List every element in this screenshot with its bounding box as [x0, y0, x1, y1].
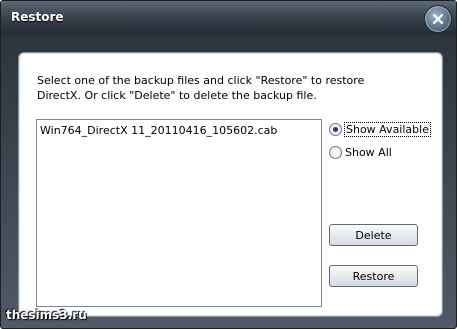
- show-all-radio[interactable]: [329, 145, 342, 159]
- window-title: Restore: [11, 10, 64, 24]
- content-panel: Select one of the backup files and click…: [18, 52, 443, 317]
- show-all-option[interactable]: Show All: [329, 144, 392, 160]
- show-available-radio[interactable]: [329, 122, 342, 136]
- restore-button[interactable]: Restore: [329, 265, 418, 287]
- restore-dialog: Restore Select one of the backup files a…: [0, 0, 457, 329]
- show-all-label[interactable]: Show All: [345, 146, 392, 159]
- show-available-option[interactable]: Show Available: [329, 121, 431, 137]
- show-available-label[interactable]: Show Available: [344, 121, 431, 137]
- close-button[interactable]: [424, 5, 452, 33]
- close-icon: [432, 13, 444, 25]
- backup-file-list[interactable]: Win764_DirectX 11_20110416_105602.cab: [36, 119, 322, 307]
- watermark: thesims3.ru: [6, 308, 87, 322]
- list-item[interactable]: Win764_DirectX 11_20110416_105602.cab: [40, 124, 277, 137]
- delete-button[interactable]: Delete: [329, 224, 418, 246]
- instructions-text: Select one of the backup files and click…: [37, 74, 365, 102]
- title-bar[interactable]: Restore: [1, 1, 456, 35]
